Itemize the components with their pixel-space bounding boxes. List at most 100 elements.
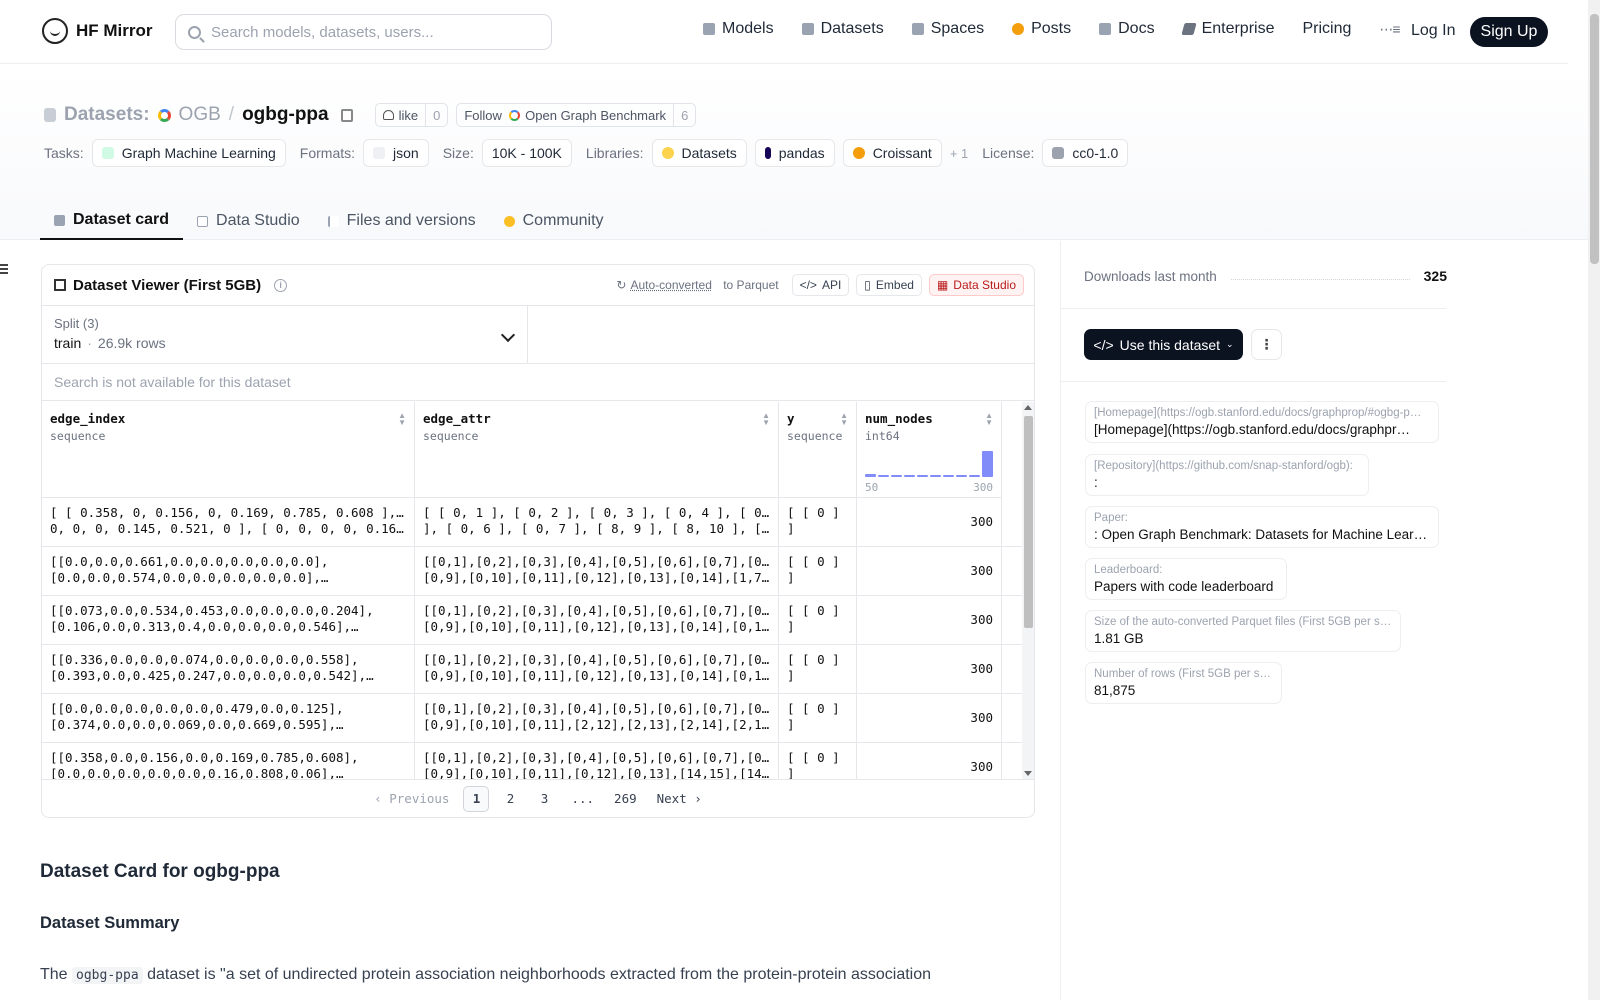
table-cell[interactable]: [[0.336,0.0,0.0,0.074,0.0,0.0,0.0,0.558]… [42, 645, 415, 694]
global-search[interactable] [175, 14, 552, 50]
table-cell[interactable]: [[0.073,0.0,0.534,0.453,0.0,0.0,0.0,0.20… [42, 596, 415, 645]
meta-repository[interactable]: [Repository](https://github.com/snap-sta… [1085, 454, 1369, 496]
auto-converted-link[interactable]: ↻ Auto-converted to Parquet [616, 278, 778, 292]
table-cell[interactable]: 300 [857, 743, 1002, 779]
table-cell[interactable]: [[0.0,0.0,0.661,0.0,0.0,0.0,0.0,0.0], [0.… [42, 547, 415, 596]
table-cell[interactable]: [ [ 0 ]] [779, 694, 857, 743]
meta-paper[interactable]: Paper:: Open Graph Benchmark: Datasets f… [1085, 506, 1439, 548]
page-3-button[interactable]: 3 [531, 786, 557, 812]
column-header-edge-index[interactable]: edge_index sequence ▲ ▼ [42, 402, 415, 498]
prev-page-button[interactable]: ‹ Previous [368, 786, 455, 812]
more-libraries[interactable]: + 1 [950, 146, 968, 161]
table-cell[interactable]: 300 [857, 596, 1002, 645]
sort-icon[interactable]: ▲ ▼ [762, 412, 770, 427]
api-button[interactable]: </> API [791, 274, 850, 296]
table-cell[interactable]: [[0.358,0.0,0.156,0.0,0.169,0.785,0.608]… [42, 743, 415, 779]
repo-name[interactable]: ogbg-ppa [242, 104, 329, 126]
nav-datasets[interactable]: Datasets [801, 20, 884, 38]
search-input[interactable] [211, 23, 531, 41]
copy-icon[interactable] [340, 108, 353, 122]
meta-leaderboard[interactable]: Leaderboard: Papers with code leaderboard [1085, 558, 1287, 600]
column-header-num-nodes[interactable]: num_nodes int64 ▲ ▼ 50 300 [857, 402, 1002, 498]
tag-library-croissant[interactable]: Croissant [842, 139, 942, 167]
like-button[interactable]: like 0 [374, 103, 449, 127]
sort-icon[interactable]: ▲ ▼ [398, 412, 406, 427]
nav-models[interactable]: Models [703, 20, 774, 38]
table-cell[interactable]: [ [ 0.358, 0, 0.156, 0, 0.169, 0.785, 0.… [42, 498, 415, 547]
scroll-up-icon[interactable] [1024, 405, 1032, 410]
table-scrollbar-thumb[interactable] [1024, 416, 1033, 628]
tab-dataset-card[interactable]: Dataset card [40, 202, 184, 240]
scroll-down-icon[interactable] [1024, 771, 1032, 776]
histogram-bar[interactable] [982, 451, 993, 477]
tag-size[interactable]: 10K - 100K [481, 139, 572, 167]
meta-homepage[interactable]: [Homepage](https://ogb.stanford.edu/docs… [1085, 401, 1439, 443]
sort-icon[interactable]: ▲ ▼ [840, 412, 848, 427]
signup-button[interactable]: Sign Up [1470, 17, 1548, 47]
meta-num-rows[interactable]: Number of rows (First 5GB per split): 81,… [1085, 662, 1282, 704]
table-cell[interactable]: [ [ 0 ]] [779, 743, 857, 779]
nav-pricing[interactable]: Pricing [1302, 20, 1351, 38]
sort-icon[interactable]: ▲ ▼ [985, 412, 993, 427]
tag-license[interactable]: cc0-1.0 [1042, 139, 1129, 167]
table-cell[interactable]: [ [ 0 ]] [779, 498, 857, 547]
follow-button[interactable]: Follow Open Graph Benchmark 6 [456, 103, 697, 127]
table-scrollbar[interactable] [1022, 402, 1034, 779]
logo[interactable]: HF Mirror [42, 18, 153, 44]
histogram-bar[interactable] [943, 475, 954, 477]
histogram-bar[interactable] [930, 475, 941, 477]
page-last-button[interactable]: 269 [608, 786, 643, 812]
histogram-bar[interactable] [969, 475, 980, 477]
table-cell[interactable]: 300 [857, 694, 1002, 743]
table-cell[interactable]: [ [ 0 ]] [779, 645, 857, 694]
histogram-bar[interactable] [917, 475, 928, 477]
table-cell[interactable]: 300 [857, 645, 1002, 694]
tag-format[interactable]: json [363, 139, 429, 167]
column-header-y[interactable]: y sequence ▲ ▼ [779, 402, 857, 498]
histogram-bar[interactable] [878, 474, 889, 477]
histogram-bar[interactable] [904, 475, 915, 477]
table-cell[interactable]: [[0,1],[0,2],[0,3],[0,4],[0,5],[0,6],[0,… [415, 596, 779, 645]
table-cell[interactable]: [ [ 0 ]] [779, 596, 857, 645]
nav-spaces[interactable]: Spaces [911, 20, 984, 38]
more-options-button[interactable]: ⋮ [1251, 329, 1282, 360]
meta-parquet-size[interactable]: Size of the auto-converted Parquet files… [1085, 610, 1401, 652]
nav-docs[interactable]: Docs [1099, 20, 1155, 38]
tag-library-pandas[interactable]: pandas [754, 139, 835, 167]
embed-button[interactable]: ▯ Embed [856, 274, 922, 296]
table-cell[interactable]: [ [ 0 ]] [779, 547, 857, 596]
next-page-button[interactable]: Next › [651, 786, 708, 812]
table-cell[interactable]: [[0.0,0.0,0.0,0.0,0.0,0.479,0.0,0.125],[… [42, 694, 415, 743]
table-cell[interactable]: [[0,1],[0,2],[0,3],[0,4],[0,5],[0,6],[0,… [415, 645, 779, 694]
tag-task[interactable]: Graph Machine Learning [91, 139, 286, 167]
num-nodes-histogram[interactable] [865, 449, 993, 477]
page-1-button[interactable]: 1 [463, 785, 490, 812]
column-header-edge-attr[interactable]: edge_attr sequence ▲ ▼ [415, 402, 779, 498]
toc-toggle-icon[interactable] [0, 264, 8, 274]
org-link[interactable]: OGB [179, 104, 221, 126]
nav-enterprise[interactable]: Enterprise [1180, 20, 1274, 38]
histogram-bar[interactable] [956, 475, 967, 477]
data-studio-button[interactable]: ▦ Data Studio [928, 274, 1024, 296]
histogram-bar[interactable] [891, 475, 902, 477]
repo-type-label[interactable]: Datasets: [64, 104, 150, 126]
tab-files[interactable]: Files and versions [314, 202, 490, 240]
more-menu-icon[interactable]: ⋯≡ [1379, 21, 1400, 38]
info-icon[interactable]: i [274, 278, 288, 292]
table-cell[interactable]: [[0,1],[0,2],[0,3],[0,4],[0,5],[0,6],[0,… [415, 743, 779, 779]
page-scrollbar-thumb[interactable] [1590, 14, 1599, 264]
tag-library-datasets[interactable]: Datasets [651, 139, 747, 167]
page-scrollbar[interactable] [1588, 0, 1600, 1000]
table-cell[interactable]: [[0,1],[0,2],[0,3],[0,4],[0,5],[0,6],[0,… [415, 547, 779, 596]
table-cell[interactable]: 300 [857, 547, 1002, 596]
histogram-bar[interactable] [865, 474, 876, 477]
split-selector[interactable]: Split (3) train · 26.9k rows [42, 306, 528, 363]
table-cell[interactable]: 300 [857, 498, 1002, 547]
table-cell[interactable]: [[0,1],[0,2],[0,3],[0,4],[0,5],[0,6],[0,… [415, 694, 779, 743]
tab-data-studio[interactable]: Data Studio [183, 202, 314, 240]
login-link[interactable]: Log In [1411, 22, 1455, 40]
page-2-button[interactable]: 2 [497, 786, 523, 812]
use-dataset-button[interactable]: </> Use this dataset ⌄ [1084, 329, 1243, 360]
table-cell[interactable]: [ [ 0, 1 ], [ 0, 2 ], [ 0, 3 ], [ 0, 4 ]… [415, 498, 779, 547]
tab-community[interactable]: Community [490, 202, 618, 240]
